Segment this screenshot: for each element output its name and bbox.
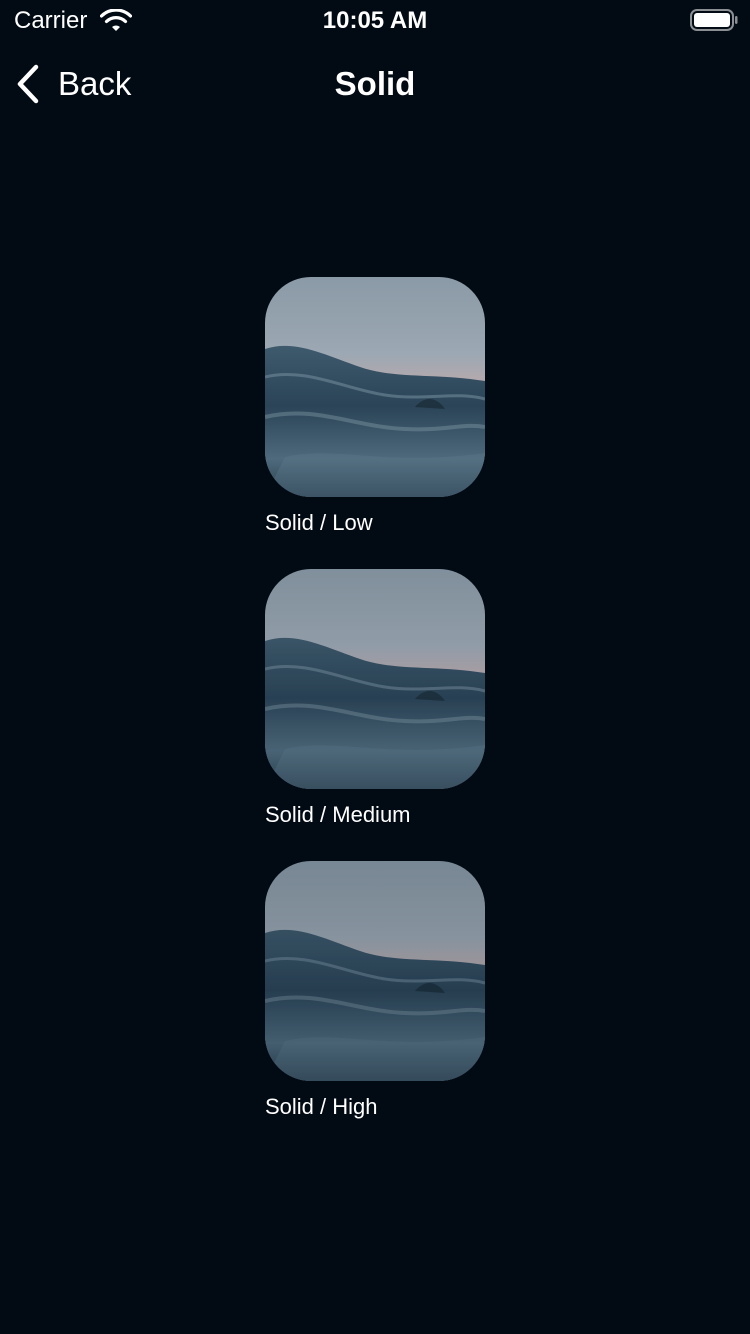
item-caption: Solid / Medium xyxy=(265,802,411,827)
battery-icon xyxy=(690,9,738,31)
status-bar: Carrier 10:05 AM xyxy=(0,0,750,40)
ocean-wave-image xyxy=(265,569,485,789)
page-title: Solid xyxy=(334,65,416,102)
item-caption: Solid / Low xyxy=(265,510,373,535)
list-item[interactable]: Solid / High xyxy=(265,861,485,1121)
list-item[interactable]: Solid / Low xyxy=(265,277,485,537)
item-caption: Solid / High xyxy=(265,1094,378,1119)
status-time: 10:05 AM xyxy=(322,7,428,34)
ocean-wave-image xyxy=(265,861,485,1081)
ocean-wave-image xyxy=(265,277,485,497)
navigation-bar: Back Solid xyxy=(0,40,750,128)
list-item[interactable]: Solid / Medium xyxy=(265,569,485,829)
